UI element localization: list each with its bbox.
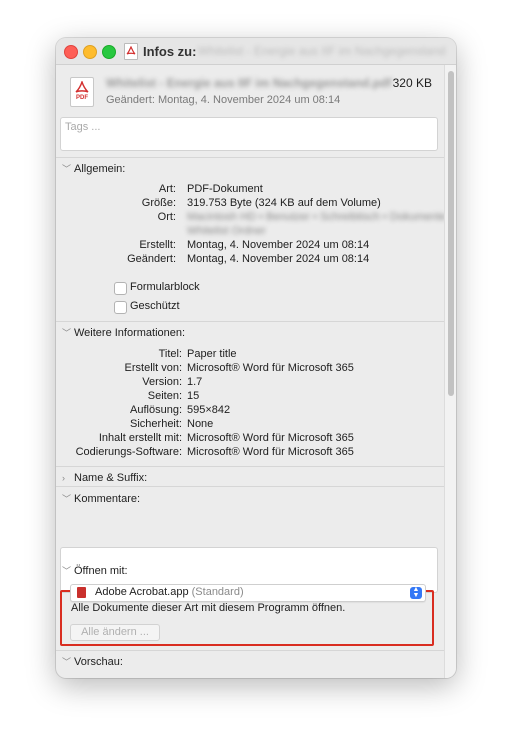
- modified-label: Geändert:: [127, 253, 176, 265]
- size-value: 319.753 Byte (324 KB auf dem Volume): [187, 197, 381, 209]
- chevron-down-icon: ﹀: [62, 657, 72, 667]
- divider: [56, 650, 444, 651]
- divider: [56, 157, 444, 158]
- scrollbar[interactable]: [444, 65, 456, 678]
- section-general-toggle[interactable]: ﹀ Allgemein:: [62, 162, 125, 175]
- tags-field[interactable]: Tags ...: [60, 117, 438, 151]
- kind-value: PDF-Dokument: [187, 183, 263, 195]
- chevron-down-icon: ﹀: [62, 566, 72, 576]
- meta-creator-value: Microsoft® Word für Microsoft 365: [187, 362, 354, 374]
- stationery-label[interactable]: Formularblock: [130, 281, 200, 293]
- acrobat-icon: [77, 587, 86, 598]
- open-with-note: Alle Dokumente dieser Art mit diesem Pro…: [71, 602, 346, 614]
- meta-security-label: Sicherheit:: [130, 418, 182, 430]
- size-label: Größe:: [141, 197, 176, 209]
- chevron-down-icon: ﹀: [62, 494, 72, 504]
- meta-version-value: 1.7: [187, 376, 203, 388]
- zoom-icon[interactable]: [102, 45, 116, 59]
- meta-title-label: Titel:: [158, 348, 182, 360]
- pdf-icon: PDF: [70, 77, 94, 107]
- info-window: Infos zu: Whitelist - Energie aus IIF im…: [56, 38, 456, 678]
- divider: [56, 321, 444, 322]
- meta-encoding-value: Microsoft® Word für Microsoft 365: [187, 446, 354, 458]
- meta-title-value: Paper title: [187, 348, 237, 360]
- chevron-updown-icon: ▲ ▼: [410, 586, 422, 599]
- open-with-app-select[interactable]: Adobe Acrobat.app (Standard) ▲ ▼: [70, 584, 426, 602]
- location-label: Ort:: [157, 211, 176, 223]
- window-title: Infos zu:: [143, 44, 197, 59]
- change-all-button[interactable]: Alle ändern ...: [70, 624, 160, 641]
- meta-resolution-label: Auflösung:: [130, 404, 182, 416]
- file-name[interactable]: Whitelist - Energie aus IIF im Nachgegen…: [106, 76, 391, 90]
- section-more-info-toggle[interactable]: ﹀ Weitere Informationen:: [62, 326, 185, 339]
- scrollbar-thumb[interactable]: [448, 71, 454, 396]
- section-name-suffix-toggle[interactable]: › Name & Suffix:: [62, 472, 147, 484]
- pdf-icon-label: PDF: [76, 95, 88, 101]
- pdf-icon: [124, 43, 138, 60]
- modified-date: Geändert: Montag, 4. November 2024 um 08…: [106, 94, 341, 106]
- chevron-right-icon: ›: [62, 473, 65, 483]
- section-name-suffix-title: Name & Suffix:: [74, 472, 148, 484]
- chevron-down-icon: ﹀: [62, 164, 72, 174]
- locked-label[interactable]: Geschützt: [130, 300, 180, 312]
- section-general-title: Allgemein:: [74, 163, 126, 175]
- meta-content-creator-value: Microsoft® Word für Microsoft 365: [187, 432, 354, 444]
- meta-security-value: None: [187, 418, 214, 430]
- section-more-info-title: Weitere Informationen:: [74, 327, 186, 339]
- section-preview-title: Vorschau:: [74, 656, 123, 668]
- meta-pages-value: 15: [187, 390, 200, 402]
- meta-content-creator-label: Inhalt erstellt mit:: [98, 432, 182, 444]
- titlebar[interactable]: Infos zu: Whitelist - Energie aus IIF im…: [56, 38, 456, 65]
- open-with-app-name: Adobe Acrobat.app: [95, 586, 189, 598]
- section-open-with-toggle[interactable]: ﹀ Öffnen mit:: [62, 564, 128, 577]
- locked-checkbox[interactable]: [114, 301, 127, 314]
- location-value-line2[interactable]: Whitelist Ordner: [187, 225, 266, 237]
- chevron-down-icon: ﹀: [62, 328, 72, 338]
- meta-version-label: Version:: [142, 376, 182, 388]
- created-label: Erstellt:: [139, 239, 176, 251]
- meta-encoding-label: Codierungs-Software:: [75, 446, 182, 458]
- file-size: 320 KB: [392, 76, 432, 90]
- stationery-checkbox[interactable]: [114, 282, 127, 295]
- divider: [56, 486, 444, 487]
- kind-label: Art:: [158, 183, 176, 195]
- section-comments-toggle[interactable]: ﹀ Kommentare:: [62, 492, 140, 505]
- section-comments-title: Kommentare:: [74, 493, 141, 505]
- location-value[interactable]: Macintosh HD • Benutzer • Schreibtisch •…: [187, 211, 444, 223]
- section-open-with-title: Öffnen mit:: [74, 565, 128, 577]
- divider: [56, 466, 444, 467]
- meta-pages-label: Seiten:: [147, 390, 182, 402]
- meta-resolution-value: 595×842: [187, 404, 231, 416]
- meta-creator-label: Erstellt von:: [124, 362, 182, 374]
- open-with-app-default: (Standard): [191, 586, 244, 598]
- minimize-icon[interactable]: [83, 45, 97, 59]
- file-header: PDF Whitelist - Energie aus IIF im Nachg…: [56, 65, 444, 161]
- info-content: PDF Whitelist - Energie aus IIF im Nachg…: [56, 65, 444, 678]
- close-icon[interactable]: [64, 45, 78, 59]
- section-preview-toggle[interactable]: ﹀ Vorschau:: [62, 655, 123, 668]
- window-title-filename: Whitelist - Energie aus IIF im Nachgegen…: [198, 44, 446, 58]
- created-value: Montag, 4. November 2024 um 08:14: [187, 239, 370, 251]
- tags-placeholder: Tags ...: [65, 121, 101, 133]
- modified-value: Montag, 4. November 2024 um 08:14: [187, 253, 370, 265]
